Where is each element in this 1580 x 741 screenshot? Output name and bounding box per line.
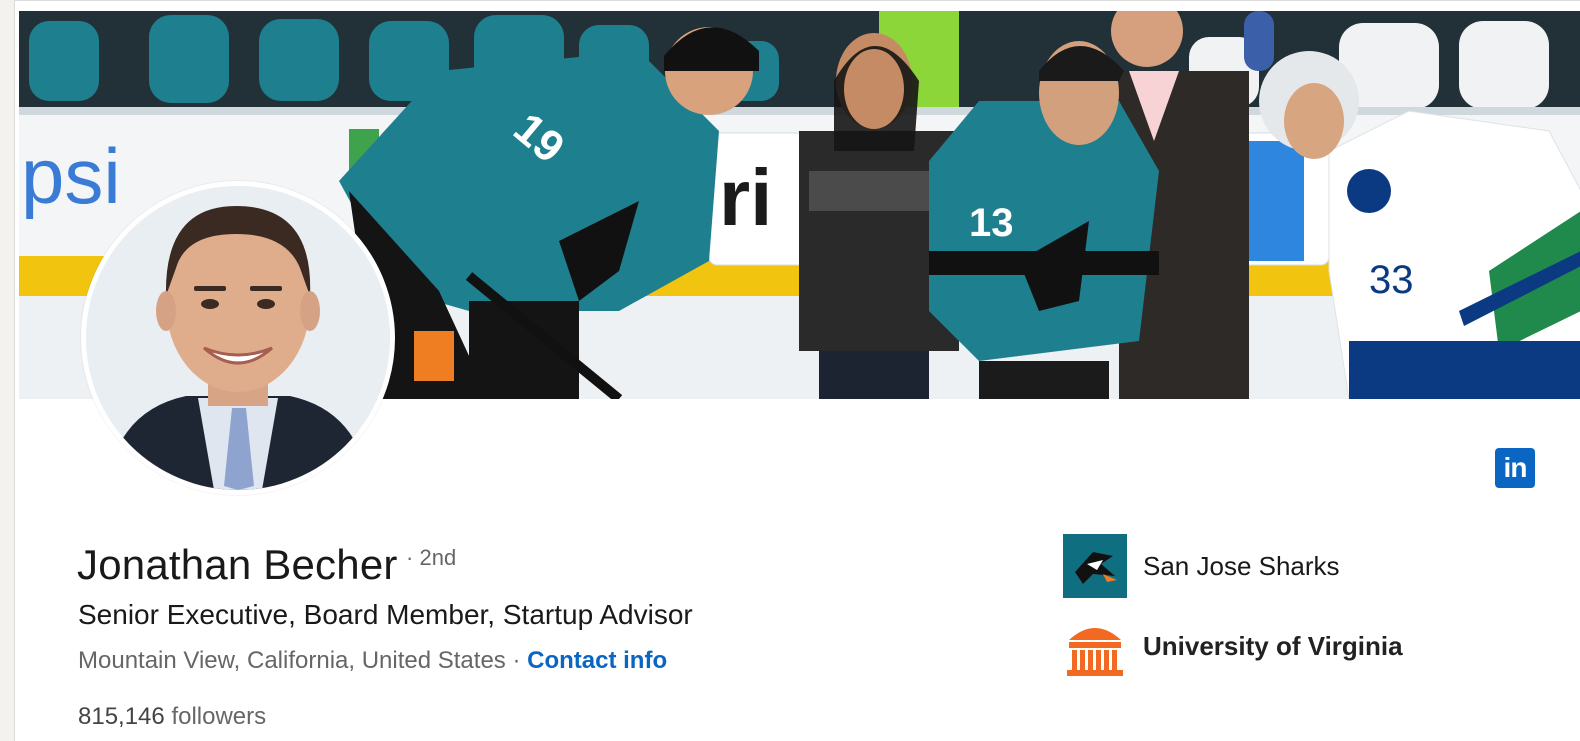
sharks-logo-icon xyxy=(1063,534,1127,598)
followers-count: 815,146 xyxy=(78,703,165,730)
contact-info-link[interactable]: Contact info xyxy=(527,647,667,674)
profile-card: psi ri 19 13 33 in Jonathan Becher · 2nd… xyxy=(14,0,1580,741)
board-ad-mid: ri xyxy=(719,153,772,242)
jersey-number-13: 13 xyxy=(969,201,1014,245)
profile-avatar[interactable] xyxy=(81,181,395,495)
education-uva[interactable]: University of Virginia xyxy=(1063,614,1403,678)
current-company-sharks[interactable]: San Jose Sharks xyxy=(1063,534,1340,598)
profile-headline: Senior Executive, Board Member, Startup … xyxy=(78,599,693,630)
jersey-number-33: 33 xyxy=(1369,258,1414,302)
avatar-portrait xyxy=(86,186,390,490)
location-row: Mountain View, California, United States… xyxy=(78,647,667,675)
name-row: Jonathan Becher · 2nd xyxy=(77,541,456,589)
linkedin-icon[interactable]: in xyxy=(1495,448,1535,488)
org-name-uva: University of Virginia xyxy=(1143,630,1403,661)
profile-location: Mountain View, California, United States… xyxy=(78,647,521,674)
profile-name: Jonathan Becher xyxy=(77,541,398,588)
followers-label: followers xyxy=(171,703,267,730)
org-name-sharks: San Jose Sharks xyxy=(1143,550,1340,581)
followers-count-row[interactable]: 815,146 followers xyxy=(78,703,266,731)
rotunda-logo-icon xyxy=(1063,614,1127,678)
connection-degree: · 2nd xyxy=(406,545,457,570)
